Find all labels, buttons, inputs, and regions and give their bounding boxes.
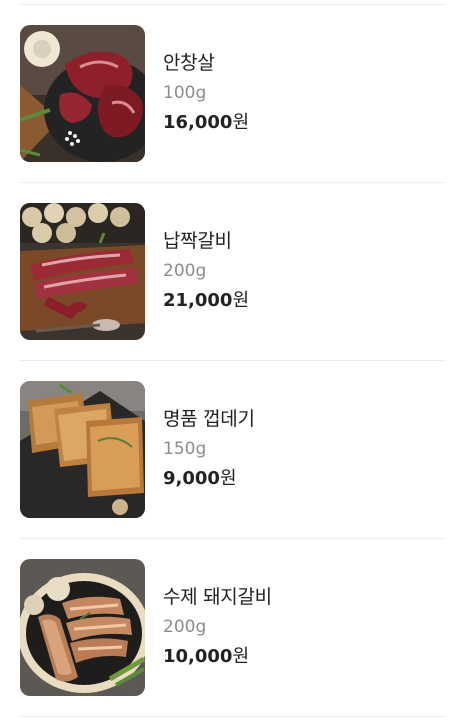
- menu-item-suje-dwaeji-galbi[interactable]: 수제 돼지갈비 200g 10,000원: [20, 539, 446, 717]
- menu-item-price-amount: 16,000: [163, 112, 233, 133]
- menu-item-price: 10,000원: [163, 644, 272, 670]
- menu-item-name: 수제 돼지갈비: [163, 586, 272, 608]
- menu-item-napjjak-galbi[interactable]: 납짝갈비 200g 21,000원: [20, 183, 446, 361]
- menu-item-weight: 200g: [163, 261, 207, 281]
- menu-item-ahnchangsal[interactable]: 안창살 100g 16,000원: [20, 5, 446, 183]
- menu-item-thumbnail: [20, 381, 145, 518]
- menu-item-info: 납짝갈비 200g 21,000원: [163, 227, 249, 314]
- menu-item-name: 납짝갈비: [163, 230, 232, 252]
- menu-list: 안창살 100g 16,000원 납짝갈비 200g 21,000원 명품 껍데…: [0, 5, 466, 717]
- menu-item-price-currency: 원: [232, 112, 250, 133]
- menu-item-info: 수제 돼지갈비 200g 10,000원: [163, 583, 272, 670]
- menu-item-thumbnail: [20, 559, 145, 696]
- menu-item-thumbnail: [20, 25, 145, 162]
- menu-item-thumbnail: [20, 203, 145, 340]
- menu-item-weight: 200g: [163, 617, 207, 637]
- menu-item-price-amount: 9,000: [163, 468, 220, 489]
- menu-item-weight: 150g: [163, 439, 207, 459]
- menu-item-price: 21,000원: [163, 288, 249, 314]
- menu-item-myeongpum-kkeopdegi[interactable]: 명품 껍데기 150g 9,000원: [20, 361, 446, 539]
- menu-item-price: 9,000원: [163, 466, 255, 492]
- menu-item-info: 안창살 100g 16,000원: [163, 49, 249, 136]
- menu-item-name: 안창살: [163, 52, 215, 74]
- pork-rib-icon: [20, 559, 145, 696]
- flat-short-rib-icon: [20, 203, 145, 340]
- menu-item-price: 16,000원: [163, 110, 249, 136]
- menu-item-price-amount: 21,000: [163, 290, 233, 311]
- menu-item-name: 명품 껍데기: [163, 408, 255, 430]
- menu-item-price-currency: 원: [232, 290, 250, 311]
- menu-item-price-currency: 원: [219, 468, 237, 489]
- menu-item-info: 명품 껍데기 150g 9,000원: [163, 405, 255, 492]
- beef-skirt-icon: [20, 25, 145, 162]
- menu-item-price-amount: 10,000: [163, 646, 233, 667]
- pork-skin-icon: [20, 381, 145, 518]
- menu-item-price-currency: 원: [232, 646, 250, 667]
- menu-item-weight: 100g: [163, 83, 207, 103]
